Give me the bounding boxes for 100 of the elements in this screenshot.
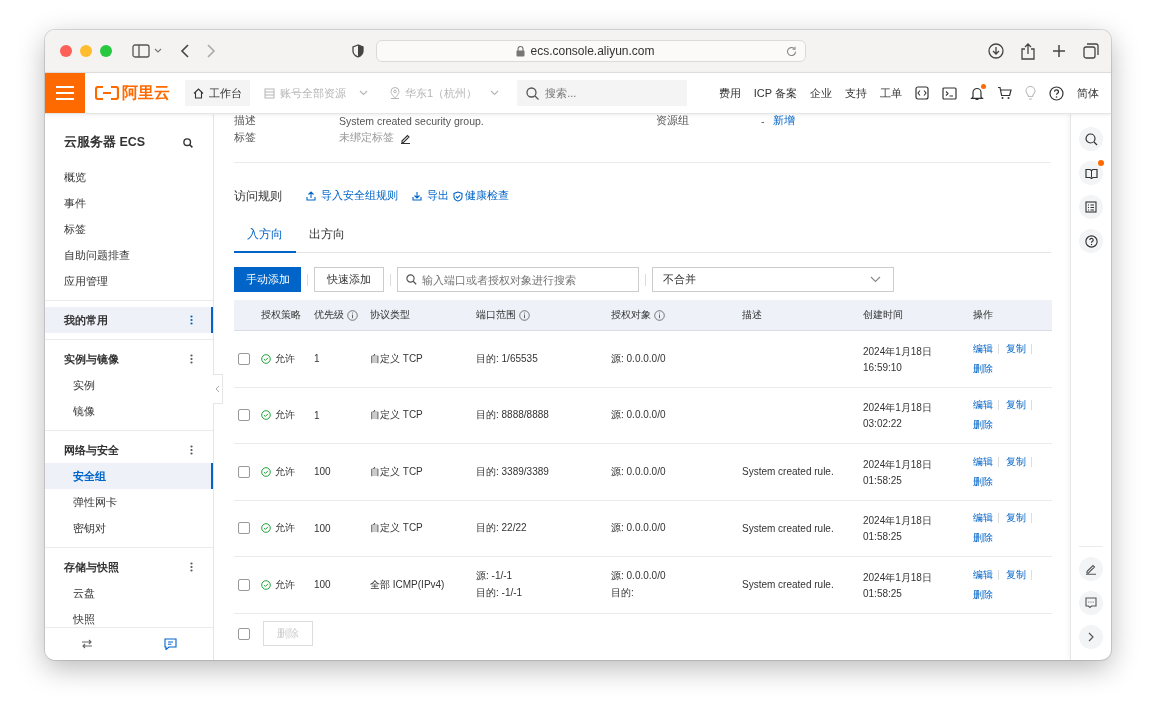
quick-add-button[interactable]: 快速添加 (314, 267, 384, 292)
top-link[interactable]: 支持 (845, 85, 867, 101)
table-cell-text: System created rule. (742, 466, 835, 478)
table-cell-text: 源: 0.0.0.0/0 (611, 521, 667, 536)
action-link[interactable]: 复制 (1006, 567, 1026, 582)
shield-check-icon (453, 190, 463, 202)
action-link[interactable]: 删除 (973, 531, 993, 546)
info-icon[interactable] (654, 309, 665, 321)
action-link[interactable]: 删除 (973, 474, 993, 489)
search-field[interactable]: 搜索... (517, 80, 688, 106)
help-button[interactable] (1079, 229, 1103, 253)
action-link[interactable]: 删除 (973, 587, 993, 602)
info-icon[interactable] (519, 309, 530, 321)
row-checkbox[interactable] (238, 352, 250, 365)
language-link[interactable]: 简体 (1077, 85, 1099, 101)
action-link[interactable]: 编辑 (973, 341, 993, 356)
cart-icon[interactable] (997, 86, 1012, 100)
reload-icon[interactable] (786, 45, 797, 57)
book-button[interactable] (1079, 161, 1103, 185)
top-nav-item[interactable]: 工作台 (185, 80, 250, 106)
sidebar-item[interactable]: 弹性网卡 (45, 489, 213, 515)
action-link[interactable]: 编辑 (973, 567, 993, 582)
merge-select[interactable]: 不合并 (652, 267, 894, 292)
shield-icon[interactable] (352, 44, 364, 58)
edit-icon[interactable] (400, 132, 411, 144)
new-tab-icon[interactable] (1052, 44, 1066, 58)
sidebar-item[interactable]: 安全组 (45, 463, 213, 489)
sidebar-item[interactable]: 实例 (45, 372, 213, 398)
toolbar-link[interactable]: 导入安全组规则 (306, 189, 398, 203)
action-link[interactable]: 删除 (973, 361, 993, 376)
sidebar-toggle-icon[interactable] (132, 44, 162, 58)
add-link[interactable]: 新增 (772, 114, 795, 128)
sidebar-group[interactable]: 存储与快照 (45, 554, 213, 580)
sidebar-group[interactable]: 我的常用 (45, 307, 213, 333)
terminal-icon[interactable] (942, 86, 957, 100)
sidebar-item[interactable]: 快照 (45, 606, 213, 627)
tab[interactable]: 入方向 (234, 226, 296, 253)
address-bar[interactable]: ecs.console.aliyun.com (376, 40, 806, 62)
sidebar-item[interactable]: 应用管理 (45, 268, 213, 294)
table-cell: 允许 (275, 521, 295, 536)
toolbar-link[interactable]: 导出 (412, 189, 449, 203)
action-link[interactable]: 编辑 (973, 511, 993, 526)
more-icon[interactable] (190, 445, 193, 455)
select-all-checkbox[interactable] (238, 627, 250, 640)
sidebar-item[interactable]: 镜像 (45, 398, 213, 424)
more-icon[interactable] (190, 315, 193, 325)
edit-button[interactable] (1079, 557, 1103, 581)
collapse-handle[interactable] (213, 374, 223, 404)
toolbar-link[interactable]: 健康检查 (453, 189, 509, 203)
tabs-overview-icon[interactable] (1083, 43, 1099, 59)
share-icon[interactable] (1021, 42, 1035, 60)
table-cell-text: 100 (314, 522, 332, 534)
sidebar-item[interactable]: 自助问题排查 (45, 242, 213, 268)
sidebar-group[interactable]: 网络与安全 (45, 437, 213, 463)
feedback-button[interactable] (1079, 591, 1103, 615)
switch-icon[interactable] (80, 639, 93, 649)
list-button[interactable] (1079, 195, 1103, 219)
field-label: 资源组 (656, 114, 690, 128)
tab[interactable]: 出方向 (296, 226, 358, 253)
menu-button[interactable] (45, 73, 85, 113)
search-button[interactable] (1079, 127, 1103, 151)
sidebar-group[interactable]: 实例与镜像 (45, 346, 213, 372)
top-link[interactable]: 企业 (810, 85, 832, 101)
action-link[interactable]: 复制 (1006, 454, 1026, 469)
sidebar-item[interactable]: 事件 (45, 190, 213, 216)
more-icon[interactable] (190, 562, 193, 572)
chat-icon[interactable] (164, 638, 178, 650)
top-link[interactable]: 费用 (718, 85, 741, 101)
top-link[interactable]: 工单 (880, 85, 902, 101)
sidebar-item[interactable]: 概览 (45, 164, 213, 190)
sidebar-item[interactable]: 密钥对 (45, 515, 213, 541)
row-checkbox[interactable] (238, 522, 250, 535)
search-icon[interactable] (183, 137, 193, 148)
code-icon[interactable] (915, 86, 929, 100)
sidebar-item[interactable]: 云盘 (45, 580, 213, 606)
action-link[interactable]: 复制 (1006, 341, 1026, 356)
action-link[interactable]: 编辑 (973, 398, 993, 413)
bell-icon[interactable] (970, 85, 984, 101)
search-field[interactable]: 输入端口或者授权对象进行搜索 (397, 267, 639, 292)
info-icon[interactable] (347, 309, 358, 321)
more-icon[interactable] (190, 354, 193, 364)
add-button[interactable]: 手动添加 (234, 267, 301, 292)
group-label: 实例与镜像 (64, 351, 119, 367)
back-icon[interactable] (180, 44, 192, 58)
action-link[interactable]: 删除 (973, 418, 993, 433)
column-header: 优先级 (314, 308, 370, 322)
table-cell: 允许 (275, 577, 295, 592)
table-cell-text: 1 (314, 409, 321, 421)
action-link[interactable]: 编辑 (973, 454, 993, 469)
help-icon[interactable] (1049, 85, 1064, 101)
row-checkbox[interactable] (238, 409, 250, 422)
download-icon[interactable] (988, 43, 1004, 59)
row-checkbox[interactable] (238, 465, 250, 478)
top-link[interactable]: ICP 备案 (753, 85, 797, 101)
table-cell-text: 目的: 1/65535 (476, 351, 539, 366)
sidebar-item[interactable]: 标签 (45, 216, 213, 242)
action-link[interactable]: 复制 (1006, 398, 1026, 413)
close-window-button[interactable] (60, 45, 72, 57)
row-checkbox[interactable] (238, 578, 250, 591)
action-link[interactable]: 复制 (1006, 511, 1026, 526)
